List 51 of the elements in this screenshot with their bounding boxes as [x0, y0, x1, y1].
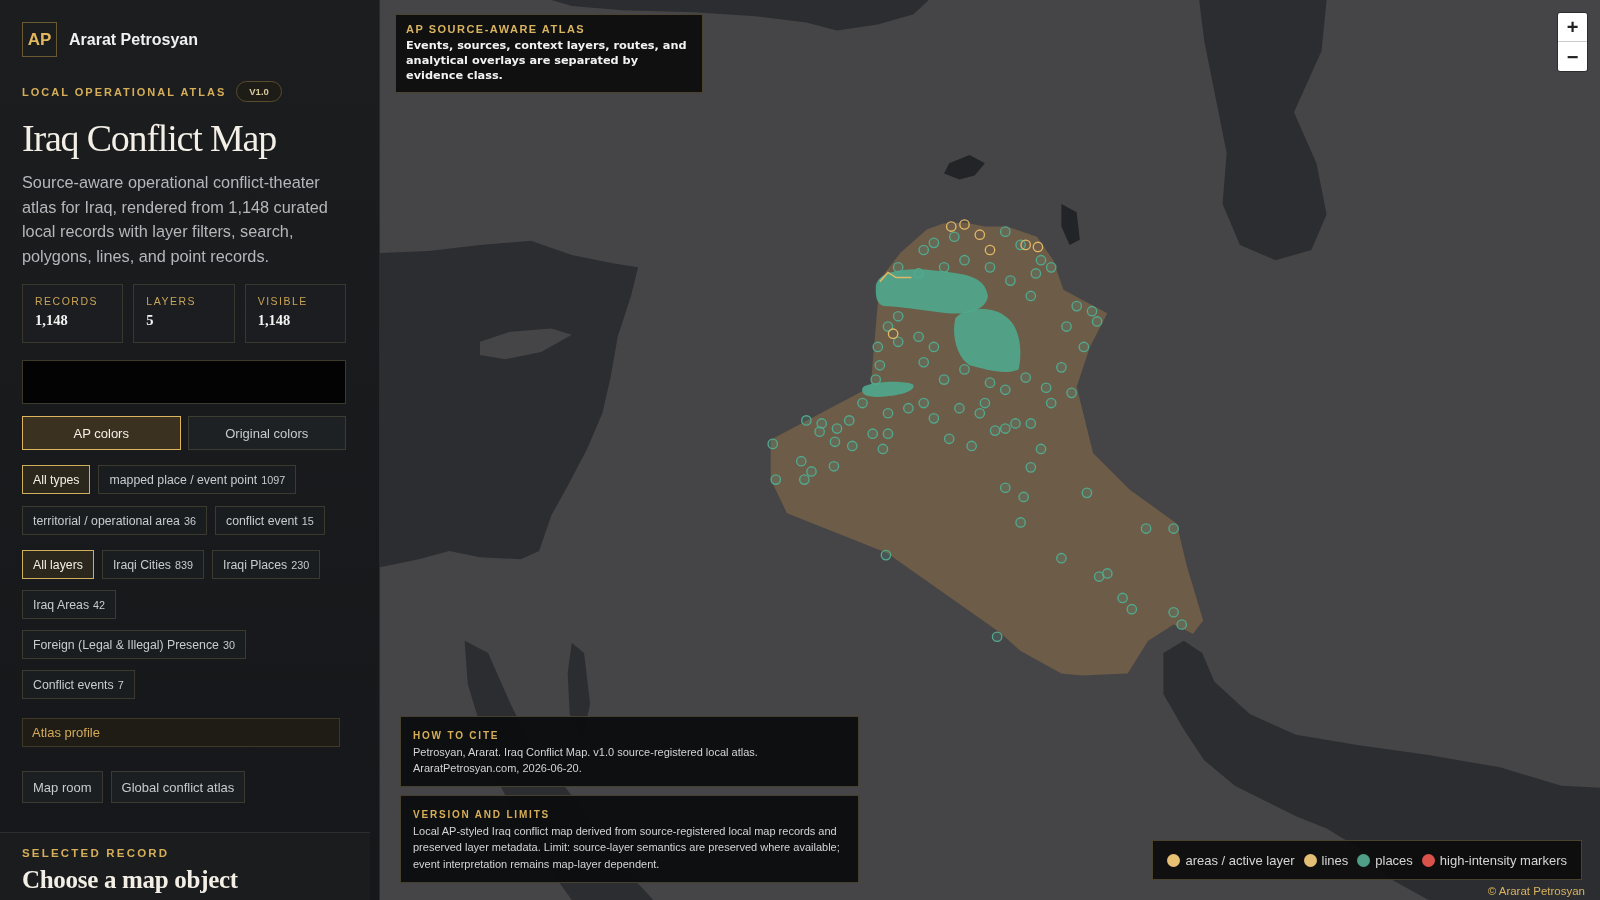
area-marker[interactable]	[959, 219, 970, 230]
search-field[interactable]	[22, 360, 346, 404]
atlas-eyebrow: LOCAL OPERATIONAL ATLAS	[22, 85, 227, 98]
atlas-profile-button[interactable]: Atlas profile	[22, 718, 340, 747]
layer-filter-chip[interactable]: All layers	[22, 550, 94, 579]
type-filter-chip[interactable]: All types	[22, 465, 91, 494]
note-text: Petrosyan, Ararat. Iraq Conflict Map. v1.0 source-registered local atlas. AraratPetrosyan.com, 2026-06-20.	[413, 744, 759, 776]
stat-label: VISIBLE	[257, 295, 309, 307]
brand-name: Ararat Petrosyan	[69, 30, 198, 49]
layer-filter-chip[interactable]: Iraqi Places 230	[212, 550, 321, 579]
legend-label: high-intensity markers	[1439, 852, 1567, 868]
info-text: Events, sources, context layers, routes, and analytical overlays are separated by evidence class.	[406, 38, 688, 83]
atlas-description: Source-aware operational conflict-theater atlas for Iraq, rendered from 1,148 curated local records with layer filters, search, polygons, lines, and point records.	[22, 172, 329, 267]
note-title: HOW TO CITE	[413, 729, 501, 741]
legend-label: places	[1375, 852, 1413, 868]
stat-label: RECORDS	[35, 295, 99, 307]
nav-link-button[interactable]: Map room	[22, 771, 103, 803]
legend-label: lines	[1321, 852, 1349, 868]
type-filter-chip[interactable]: territorial / operational area 36	[22, 506, 207, 535]
layer-filter-chip[interactable]: Iraq Areas 42	[22, 590, 117, 619]
note-text: Local AP-styled Iraq conflict map derived from source-registered local map records and preserved layer metadata. Limit: source-layer semantics are preserved where available; event interpretation remains map-layer dependent.	[413, 824, 841, 872]
nav-link-button[interactable]: Global conflict atlas	[110, 771, 246, 803]
area-marker[interactable]	[1020, 239, 1032, 251]
area-marker[interactable]	[1032, 241, 1044, 253]
color-mode-button[interactable]: Original colors	[187, 416, 346, 450]
area-marker[interactable]	[974, 229, 986, 241]
legend-label: areas / active layer	[1185, 852, 1295, 868]
map-attribution: © Ararat Petrosyan	[1487, 885, 1585, 897]
stat-value: 5	[146, 312, 155, 329]
section-eyebrow: SELECTED RECORD	[22, 847, 171, 859]
version-badge: V1.0	[236, 81, 282, 102]
layer-filter-chip[interactable]: Foreign (Legal & Illegal) Presence 30	[22, 630, 246, 659]
type-filter-chip[interactable]: mapped place / event point 1097	[98, 465, 297, 494]
layer-filter-chip[interactable]: Iraqi Cities 839	[101, 550, 204, 579]
info-title: AP SOURCE-AWARE ATLAS	[406, 23, 587, 35]
area-marker[interactable]	[887, 328, 899, 340]
page-title: Iraq Conflict Map	[22, 116, 277, 160]
brand-logo[interactable]: AP	[22, 22, 57, 57]
stat-value: 1,148	[257, 312, 292, 329]
type-filter-chip[interactable]: conflict event 15	[215, 506, 325, 535]
area-marker[interactable]	[945, 221, 957, 232]
selected-record-title: Choose a map object	[22, 866, 239, 893]
stat-value: 1,148	[35, 312, 69, 329]
zoom-out-button[interactable]: −	[1558, 42, 1587, 71]
zoom-in-button[interactable]: +	[1558, 13, 1587, 42]
layer-filter-chip[interactable]: Conflict events 7	[22, 670, 135, 699]
note-title: VERSION AND LIMITS	[413, 809, 552, 821]
area-marker[interactable]	[984, 244, 996, 256]
color-mode-button[interactable]: AP colors	[22, 416, 181, 450]
route-line[interactable]	[879, 271, 913, 283]
stat-label: LAYERS	[146, 295, 197, 307]
